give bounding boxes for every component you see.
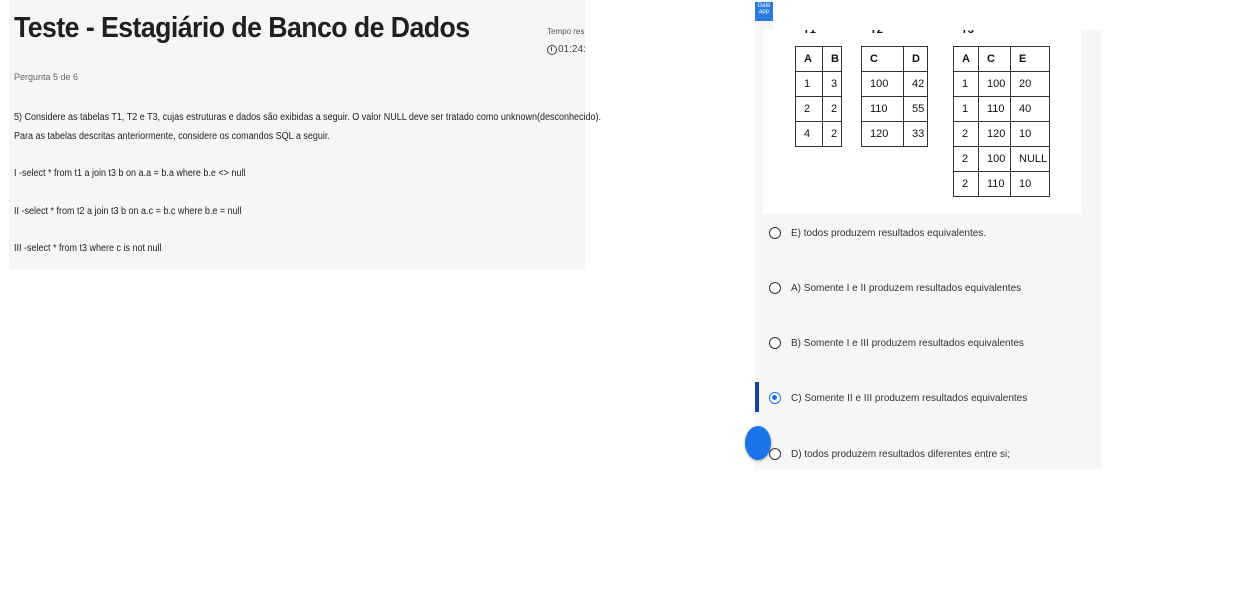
answer-option-e[interactable]: E) todos produzem resultados equivalente… xyxy=(769,227,986,239)
table-cell: 2 xyxy=(953,171,979,197)
table-cell: 2 xyxy=(953,121,979,147)
table-cell: 4 xyxy=(795,121,823,147)
question-progress: Pergunta 5 de 6 xyxy=(14,72,79,82)
table-cell: 55 xyxy=(903,96,928,122)
answer-option-a[interactable]: A) Somente I e II produzem resultados eq… xyxy=(769,282,1021,294)
table-t3: A C E 1 100 20 1 110 40 2 120 10 2 100 N… xyxy=(953,46,1050,197)
table-header-cell: B xyxy=(822,46,842,72)
t3-title: T3 xyxy=(961,30,974,36)
table-cell: 100 xyxy=(978,71,1011,97)
answer-option-c[interactable]: C) Somente II e III produzem resultados … xyxy=(769,392,1027,404)
answer-option-b[interactable]: B) Somente I e III produzem resultados e… xyxy=(769,337,1024,349)
table-cell: 120 xyxy=(978,121,1011,147)
header-strip xyxy=(773,0,1102,30)
answers-panel: Gate app T1 A B 1 3 2 2 4 2 T2 C D 100 4… xyxy=(745,0,1102,469)
clock-icon xyxy=(547,44,557,55)
sql-statement-iii: III -select * from t3 where c is not nul… xyxy=(14,243,162,254)
t2-title: T2 xyxy=(870,30,883,36)
question-text: 5) Considere as tabelas T1, T2 e T3, cuj… xyxy=(14,112,601,123)
app-badge-icon[interactable]: Gate app xyxy=(755,2,773,21)
table-cell: 2 xyxy=(822,121,842,147)
question-text: Para as tabelas descritas anteriormente,… xyxy=(14,131,330,142)
timer: 01:24:1 xyxy=(547,44,585,55)
table-header-cell: C xyxy=(861,46,904,72)
answer-option-d[interactable]: D) todos produzem resultados diferentes … xyxy=(769,448,1010,460)
option-label: B) Somente I e III produzem resultados e… xyxy=(791,337,1024,349)
option-label: E) todos produzem resultados equivalente… xyxy=(791,227,987,239)
table-header-cell: C xyxy=(978,46,1011,72)
radio-button[interactable] xyxy=(769,227,781,239)
table-header-cell: A xyxy=(795,46,823,72)
table-cell: NULL xyxy=(1010,146,1050,172)
table-header-cell: D xyxy=(903,46,928,72)
table-cell: 100 xyxy=(861,71,904,97)
radio-button[interactable] xyxy=(769,282,781,294)
option-label: D) todos produzem resultados diferentes … xyxy=(791,448,1010,460)
table-cell: 110 xyxy=(861,96,904,122)
table-cell: 1 xyxy=(953,71,979,97)
table-header-cell: A xyxy=(953,46,979,72)
t1-title: T1 xyxy=(803,30,816,36)
table-cell: 1 xyxy=(795,71,823,97)
radio-button-selected[interactable] xyxy=(769,392,781,404)
table-header-cell: E xyxy=(1010,46,1050,72)
table-cell: 2 xyxy=(822,96,842,122)
table-cell: 2 xyxy=(795,96,823,122)
option-label: A) Somente I e II produzem resultados eq… xyxy=(791,282,1022,294)
page-title: Teste - Estagiário de Banco de Dados xyxy=(14,12,470,44)
side-accent-bar xyxy=(755,382,759,412)
timer-label: Tempo restan xyxy=(547,27,585,36)
table-cell: 10 xyxy=(1010,171,1050,197)
table-cell: 100 xyxy=(978,146,1011,172)
table-cell: 110 xyxy=(978,96,1011,122)
table-t1: A B 1 3 2 2 4 2 xyxy=(795,46,842,147)
table-cell: 110 xyxy=(978,171,1011,197)
sql-statement-ii: II -select * from t2 a join t3 b on a.c … xyxy=(14,206,242,217)
question-panel: Teste - Estagiário de Banco de Dados Tem… xyxy=(9,0,601,269)
table-cell: 40 xyxy=(1010,96,1050,122)
table-cell: 20 xyxy=(1010,71,1050,97)
radio-button[interactable] xyxy=(769,448,781,460)
table-cell: 3 xyxy=(822,71,842,97)
sql-statement-i: I -select * from t1 a join t3 b on a.a =… xyxy=(14,168,246,179)
table-cell: 10 xyxy=(1010,121,1050,147)
radio-button[interactable] xyxy=(769,337,781,349)
floating-action-button[interactable] xyxy=(745,426,771,460)
table-cell: 2 xyxy=(953,146,979,172)
table-cell: 120 xyxy=(861,121,904,147)
option-label: C) Somente II e III produzem resultados … xyxy=(791,392,1028,404)
table-t2: C D 100 42 110 55 120 33 xyxy=(861,46,928,147)
table-cell: 42 xyxy=(903,71,928,97)
table-cell: 33 xyxy=(903,121,928,147)
tables-figure: T1 A B 1 3 2 2 4 2 T2 C D 100 42 110 55 … xyxy=(763,30,1081,214)
table-cell: 1 xyxy=(953,96,979,122)
timer-value: 01:24:1 xyxy=(558,44,585,55)
